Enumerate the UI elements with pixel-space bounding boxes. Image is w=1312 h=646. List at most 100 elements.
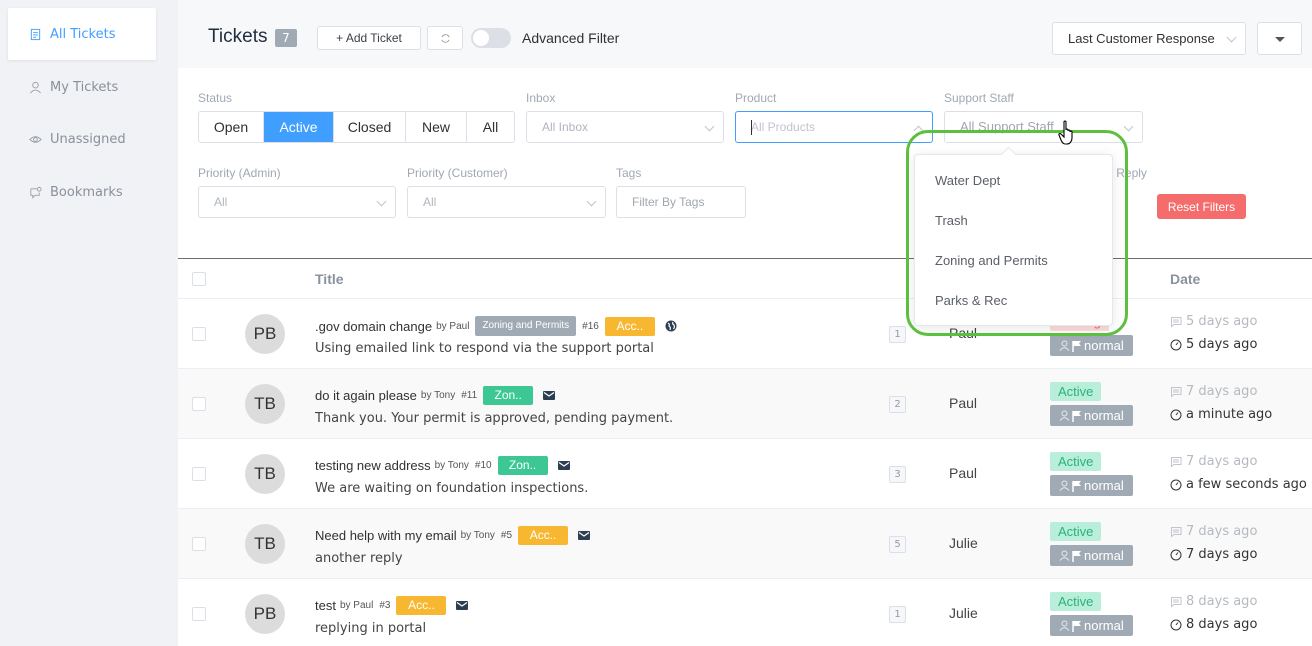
product-option-trash[interactable]: Trash — [915, 201, 1112, 241]
hand-cursor-icon — [1058, 120, 1073, 145]
product-placeholder: All Products — [751, 120, 816, 134]
priority-badge: normal — [1050, 475, 1133, 496]
sidebar-item-my-tickets[interactable]: My Tickets — [8, 61, 156, 113]
row-checkbox[interactable] — [192, 327, 206, 341]
updated-value: 7 days ago — [1186, 547, 1258, 562]
sidebar-item-unassigned[interactable]: Unassigned — [8, 113, 156, 165]
ticket-title[interactable]: test — [315, 598, 336, 613]
priority-admin-select[interactable]: All — [198, 186, 396, 218]
chevron-down-icon — [704, 121, 715, 132]
add-ticket-button[interactable]: + Add Ticket — [317, 26, 421, 50]
ticket-title[interactable]: Need help with my email — [315, 528, 457, 543]
clock-icon — [1170, 549, 1182, 560]
ticket-author: by Tony — [420, 390, 456, 401]
product-option-zoning-and-permits[interactable]: Zoning and Permits — [915, 241, 1112, 281]
priority-admin-label: Priority (Admin) — [198, 166, 281, 180]
status-badge: Active — [1050, 452, 1102, 471]
product-tag: Zoning and Permits — [475, 316, 577, 336]
chevron-down-icon — [1123, 121, 1134, 132]
sidebar-item-bookmarks[interactable]: Bookmarks — [8, 166, 156, 218]
support-staff-select[interactable]: All Support Staff — [944, 111, 1143, 143]
clock-icon — [1170, 409, 1182, 420]
product-option-water-dept[interactable]: Water Dept — [915, 161, 1112, 201]
sidebar-item-label: Bookmarks — [50, 184, 123, 200]
ticket-author: by Tony — [434, 460, 469, 471]
advanced-filter-toggle[interactable] — [471, 28, 511, 48]
column-title: Title — [315, 271, 344, 287]
chevron-down-icon — [586, 196, 597, 207]
ticket-number: #11 — [461, 390, 478, 401]
status-filter-label: Status — [198, 91, 233, 105]
row-checkbox[interactable] — [192, 467, 206, 481]
status-badge: Active — [1050, 382, 1102, 401]
last-response-date: 7 days ago — [1170, 454, 1257, 469]
table-row[interactable]: PB .gov domain change by Paul Zoning and… — [178, 299, 1312, 369]
ticket-title[interactable]: do it again please — [315, 388, 417, 403]
table-row[interactable]: PB test by Paul #3 Acc.. replying in por… — [178, 579, 1312, 646]
inbox-select[interactable]: All Inbox — [526, 111, 724, 143]
status-active-button[interactable]: Active — [264, 112, 334, 142]
comment-icon — [1171, 386, 1182, 398]
table-header: Title Manager Status Date — [178, 259, 1312, 299]
ticket-label-badge: Acc.. — [396, 596, 447, 615]
ticket-title-line: Need help with my email by Tony #5 Acc.. — [315, 526, 591, 545]
select-all-checkbox[interactable] — [192, 272, 206, 286]
updated-date: 5 days ago — [1170, 337, 1257, 352]
ticket-title-line: test by Paul #3 Acc.. — [315, 596, 469, 615]
flag-icon — [1072, 620, 1081, 632]
envelope-icon — [578, 530, 591, 542]
ticket-title-line: do it again please by Tony #11 Zon.. — [315, 386, 556, 405]
reset-filters-button[interactable]: Reset Filters — [1157, 194, 1246, 219]
flag-icon — [1072, 550, 1081, 562]
refresh-button[interactable] — [427, 26, 463, 50]
status-closed-button[interactable]: Closed — [334, 112, 406, 142]
product-select[interactable]: All Products — [735, 111, 933, 143]
tags-filter-input[interactable]: Filter By Tags — [616, 186, 746, 218]
status-open-button[interactable]: Open — [199, 112, 264, 142]
manager-name: Julie — [949, 535, 978, 551]
avatar: PB — [245, 594, 285, 634]
ticket-excerpt: We are waiting on foundation inspections… — [315, 481, 589, 496]
ticket-excerpt: Using emailed link to respond via the su… — [315, 341, 654, 356]
ticket-title[interactable]: testing new address — [315, 458, 431, 473]
chevron-up-icon — [913, 125, 924, 136]
sidebar-item-label: All Tickets — [50, 26, 116, 42]
response-count: 5 — [889, 536, 906, 553]
product-option-parks-and-rec[interactable]: Parks & Rec — [915, 281, 1112, 321]
user-icon — [28, 80, 42, 94]
main-content: Tickets 7 + Add Ticket Advanced Filter L… — [178, 0, 1312, 646]
flag-icon — [1072, 340, 1081, 352]
priority-customer-select[interactable]: All — [407, 186, 606, 218]
ticket-title[interactable]: .gov domain change — [315, 319, 432, 334]
sidebar-item-all-tickets[interactable]: All Tickets — [8, 8, 156, 60]
chevron-down-icon — [376, 196, 387, 207]
priority-customer-value: All — [423, 195, 437, 209]
row-checkbox[interactable] — [192, 607, 206, 621]
envelope-icon — [456, 600, 469, 612]
manager-name: Paul — [949, 395, 978, 411]
ticket-author: by Paul — [436, 320, 470, 332]
table-row[interactable]: TB testing new address by Tony #10 Zon..… — [178, 439, 1312, 509]
table-row[interactable]: TB Need help with my email by Tony #5 Ac… — [178, 509, 1312, 579]
globe-icon — [665, 320, 677, 332]
clock-icon — [1170, 619, 1182, 630]
sidebar-item-label: Unassigned — [50, 131, 126, 147]
priority-badge: normal — [1050, 615, 1133, 636]
status-new-button[interactable]: New — [406, 112, 467, 142]
user-icon — [1059, 340, 1070, 351]
priority-badge: normal — [1050, 335, 1133, 356]
status-all-button[interactable]: All — [467, 112, 514, 142]
updated-date: 7 days ago — [1170, 547, 1257, 562]
table-row[interactable]: TB do it again please by Tony #11 Zon.. … — [178, 369, 1312, 439]
ticket-label-badge: Acc.. — [518, 526, 569, 545]
sort-direction-button[interactable] — [1257, 22, 1302, 55]
row-checkbox[interactable] — [192, 397, 206, 411]
status-filter: Open Active Closed New All — [198, 111, 515, 143]
last-response-date: 5 days ago — [1170, 314, 1257, 329]
ticket-number: #16 — [582, 320, 599, 332]
last-response-value: 7 days ago — [1186, 524, 1258, 539]
sort-by-select[interactable]: Last Customer Response — [1052, 22, 1246, 55]
row-checkbox[interactable] — [192, 537, 206, 551]
tags-filter-label: Tags — [616, 166, 642, 180]
product-dropdown-menu: Water Dept Trash Zoning and Permits Park… — [914, 154, 1113, 326]
